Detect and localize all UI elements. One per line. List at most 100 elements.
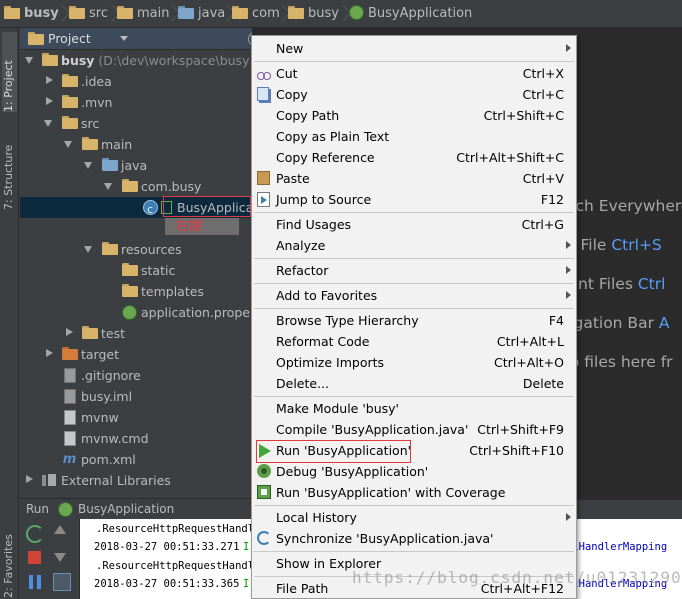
menu-item-synchronize[interactable]: Synchronize 'BusyApplication.java'	[252, 528, 576, 549]
submenu-arrow-icon	[566, 266, 571, 274]
menu-item-make-module[interactable]: Make Module 'busy'	[252, 398, 576, 419]
menu-separator	[254, 308, 574, 309]
run-configuration-tab[interactable]: BusyApplication	[78, 499, 174, 519]
hint-search-everywhere: arch Everywhere	[560, 197, 682, 215]
expand-arrow-icon[interactable]	[64, 141, 72, 148]
menu-item-copy-plain-text[interactable]: Copy as Plain Text	[252, 126, 576, 147]
expand-arrow-icon[interactable]	[104, 183, 112, 190]
menu-item-copy-reference[interactable]: Copy Reference Ctrl+Alt+Shift+C	[252, 147, 576, 168]
tree-item-external-libraries[interactable]: External Libraries	[20, 470, 252, 491]
menu-separator	[254, 551, 574, 552]
console-line-logger: rlHandlerMapping	[566, 541, 668, 553]
menu-item-cut[interactable]: Cut Ctrl+X	[252, 63, 576, 84]
tree-item-pom-xml[interactable]: m pom.xml	[20, 449, 252, 470]
folder-icon	[122, 284, 138, 297]
scroll-up-icon[interactable]	[54, 525, 66, 534]
tree-item-gitignore[interactable]: .gitignore	[20, 365, 252, 386]
resources-folder-icon	[102, 242, 118, 255]
breadcrumb-item-java[interactable]: java	[178, 0, 225, 28]
folder-icon	[122, 263, 138, 276]
submenu-arrow-icon	[566, 44, 571, 52]
console-line-timestamp: 2018-03-27 00:51:33.271	[94, 541, 240, 553]
menu-item-debug[interactable]: Debug 'BusyApplication'	[252, 461, 576, 482]
expand-arrow-icon[interactable]	[84, 162, 92, 169]
menu-item-find-usages[interactable]: Find Usages Ctrl+G	[252, 214, 576, 235]
file-icon	[64, 410, 76, 425]
menu-separator	[254, 396, 574, 397]
menu-item-optimize-imports[interactable]: Optimize Imports Ctrl+Alt+O	[252, 352, 576, 373]
tree-item-resources[interactable]: resources	[20, 239, 252, 260]
menu-item-copy-path[interactable]: Copy Path Ctrl+Shift+C	[252, 105, 576, 126]
tree-item-target[interactable]: target	[20, 344, 252, 365]
tree-item-com-busy[interactable]: com.busy	[20, 176, 252, 197]
clipboard-icon	[257, 171, 270, 185]
menu-item-paste[interactable]: Paste Ctrl+V	[252, 168, 576, 189]
tab-favorites[interactable]: 2: Favorites	[2, 518, 17, 598]
annotation-label: 右键	[176, 219, 203, 234]
tree-item-src[interactable]: src	[20, 113, 252, 134]
scroll-down-icon[interactable]	[54, 553, 66, 562]
tree-item-static[interactable]: static	[20, 260, 252, 281]
tree-item-busy-iml[interactable]: busy.iml	[20, 386, 252, 407]
breadcrumb-item-com[interactable]: com	[232, 0, 280, 28]
console-line-timestamp: 2018-03-27 00:51:33.365	[94, 578, 240, 590]
chevron-down-icon[interactable]	[120, 36, 128, 41]
menu-item-copy[interactable]: Copy Ctrl+C	[252, 84, 576, 105]
breadcrumb-separator	[341, 4, 349, 24]
stop-icon[interactable]	[28, 551, 41, 564]
breadcrumb-item-busy-package[interactable]: busy	[288, 0, 339, 28]
menu-separator	[254, 283, 574, 284]
menu-item-compile[interactable]: Compile 'BusyApplication.java' Ctrl+Shift…	[252, 419, 576, 440]
menu-item-analyze[interactable]: Analyze	[252, 235, 576, 256]
rerun-icon[interactable]	[26, 525, 44, 543]
menu-item-new[interactable]: New	[252, 38, 576, 59]
menu-item-jump-to-source[interactable]: Jump to Source F12	[252, 189, 576, 210]
maven-icon: m	[62, 452, 77, 467]
expand-arrow-icon[interactable]	[25, 57, 33, 64]
expand-arrow-icon[interactable]	[26, 475, 33, 483]
expand-arrow-icon[interactable]	[66, 328, 73, 336]
package-icon	[288, 6, 304, 19]
debug-icon	[257, 464, 271, 478]
sync-icon	[257, 531, 271, 545]
run-panel-header: Run BusyApplication	[20, 498, 252, 519]
breadcrumb-item-main[interactable]: main	[117, 0, 169, 28]
tree-item-mvnw-cmd[interactable]: mvnw.cmd	[20, 428, 252, 449]
tree-item-idea[interactable]: .idea	[20, 71, 252, 92]
tree-item-main[interactable]: main	[20, 134, 252, 155]
menu-item-delete[interactable]: Delete... Delete	[252, 373, 576, 394]
soft-wrap-icon[interactable]	[53, 573, 71, 591]
source-folder-icon	[102, 158, 118, 171]
spring-class-icon	[143, 199, 158, 220]
scissors-icon	[257, 66, 271, 80]
tree-item-java[interactable]: java	[20, 155, 252, 176]
expand-arrow-icon[interactable]	[46, 349, 53, 357]
breadcrumb-item-src[interactable]: src	[69, 0, 108, 28]
tree-item-mvnw[interactable]: mvnw	[20, 407, 252, 428]
menu-item-local-history[interactable]: Local History	[252, 507, 576, 528]
tree-item-application-properties[interactable]: application.properties	[20, 302, 252, 323]
menu-item-reformat-code[interactable]: Reformat Code Ctrl+Alt+L	[252, 331, 576, 352]
tree-item-busy[interactable]: busy (D:\dev\workspace\busy)	[20, 50, 252, 71]
expand-arrow-icon[interactable]	[44, 120, 52, 127]
tree-item-test[interactable]: test	[20, 323, 252, 344]
expand-arrow-icon[interactable]	[46, 76, 53, 84]
menu-item-browse-type-hierarchy[interactable]: Browse Type Hierarchy F4	[252, 310, 576, 331]
expand-arrow-icon[interactable]	[84, 246, 92, 253]
pause-icon[interactable]	[29, 575, 41, 589]
menu-separator	[254, 258, 574, 259]
menu-item-refactor[interactable]: Refactor	[252, 260, 576, 281]
menu-item-run-with-coverage[interactable]: Run 'BusyApplication' with Coverage	[252, 482, 576, 503]
tree-item-mvn[interactable]: .mvn	[20, 92, 252, 113]
expand-arrow-icon[interactable]	[46, 97, 53, 105]
breadcrumb-item-busy[interactable]: busy	[4, 0, 59, 28]
project-panel-title[interactable]: Project	[48, 28, 91, 50]
tab-project[interactable]: 1: Project	[2, 32, 17, 112]
annotation-run-highlight	[256, 440, 411, 463]
jump-to-source-icon	[257, 192, 270, 207]
breadcrumb-item-busyapplication[interactable]: BusyApplication	[349, 0, 472, 28]
tree-item-templates[interactable]: templates	[20, 281, 252, 302]
menu-item-add-to-favorites[interactable]: Add to Favorites	[252, 285, 576, 306]
spring-run-icon	[58, 502, 73, 517]
tab-structure[interactable]: 7: Structure	[2, 120, 17, 210]
